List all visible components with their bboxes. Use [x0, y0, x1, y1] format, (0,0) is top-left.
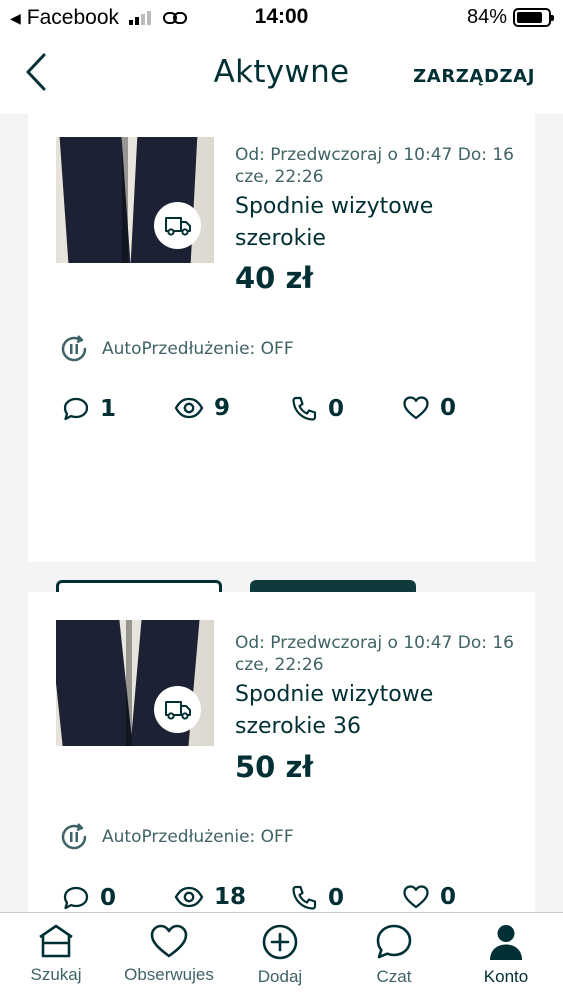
- message-icon: [63, 886, 89, 910]
- chat-icon: [376, 924, 412, 959]
- messages-count: 1: [100, 396, 117, 422]
- battery-icon: [513, 8, 554, 27]
- calls-stat: 0: [290, 395, 344, 423]
- listing-stats: 0 18 0 0: [62, 884, 502, 912]
- messages-stat[interactable]: 1: [62, 395, 116, 423]
- nav-label: Szukaj: [30, 965, 82, 984]
- pause-renew-icon: [61, 335, 87, 362]
- likes-count: 0: [440, 395, 457, 421]
- eye-icon: [174, 886, 204, 908]
- auto-renew-label: AutoPrzedłużenie: OFF: [102, 339, 294, 359]
- listing-card[interactable]: Od: Przedwczoraj o 10:47 Do: 16 cze, 22:…: [28, 114, 535, 650]
- calls-stat: 0: [290, 884, 344, 912]
- phone-icon: [292, 396, 317, 421]
- auto-renew-row[interactable]: AutoPrzedłużenie: OFF: [58, 821, 294, 853]
- truck-icon: [164, 700, 191, 720]
- delivery-badge: [154, 686, 201, 733]
- listing-price: 50 zł: [235, 750, 314, 784]
- listing-dates: Od: Przedwczoraj o 10:47 Do: 16 cze, 22:…: [235, 145, 514, 187]
- bottom-navigation: Szukaj Obserwujes Dodaj Czat Konto: [0, 912, 563, 999]
- calls-count: 0: [328, 885, 345, 911]
- heart-icon: [403, 396, 429, 420]
- nav-label: Czat: [376, 967, 412, 986]
- nav-label: Dodaj: [257, 967, 303, 986]
- listing-card[interactable]: Od: Przedwczoraj o 10:47 Do: 16 cze, 22:…: [28, 592, 535, 912]
- status-bar: ◀ Facebook 14:00 84%: [0, 0, 563, 36]
- delivery-badge: [154, 202, 201, 249]
- views-stat: 9: [174, 395, 230, 421]
- listings-feed[interactable]: Od: Przedwczoraj o 10:47 Do: 16 cze, 22:…: [0, 114, 563, 912]
- auto-renew-label: AutoPrzedłużenie: OFF: [102, 827, 294, 847]
- views-stat: 18: [174, 884, 246, 910]
- views-count: 18: [214, 884, 247, 910]
- nav-account[interactable]: Konto: [476, 923, 536, 987]
- home-icon: [39, 924, 73, 958]
- likes-count: 0: [440, 884, 457, 910]
- nav-add[interactable]: Dodaj: [250, 923, 310, 987]
- nav-search[interactable]: Szukaj: [26, 923, 86, 985]
- app-header: Aktywne ZARZĄDZAJ: [0, 36, 563, 114]
- plus-circle-icon: [262, 924, 298, 960]
- nav-observed[interactable]: Obserwujes: [117, 923, 221, 985]
- nav-chat[interactable]: Czat: [364, 923, 424, 987]
- eye-icon: [174, 397, 204, 419]
- calls-count: 0: [328, 396, 345, 422]
- listing-dates: Od: Przedwczoraj o 10:47 Do: 16 cze, 22:…: [235, 633, 514, 675]
- message-icon: [63, 397, 89, 421]
- nav-label: Konto: [483, 967, 529, 986]
- listing-photo[interactable]: [56, 137, 214, 263]
- likes-stat: 0: [402, 395, 456, 421]
- heart-icon: [403, 885, 429, 909]
- phone-icon: [292, 885, 317, 910]
- messages-count: 0: [100, 885, 117, 911]
- auto-renew-row[interactable]: AutoPrzedłużenie: OFF: [58, 333, 294, 365]
- views-count: 9: [214, 395, 231, 421]
- listing-price: 40 zł: [235, 261, 314, 295]
- user-icon: [490, 925, 522, 960]
- listing-title[interactable]: Spodnie wizytowe szerokie 36: [235, 679, 505, 743]
- likes-stat: 0: [402, 884, 456, 910]
- pause-renew-icon: [61, 823, 87, 850]
- listing-photo[interactable]: [56, 620, 214, 746]
- nav-label: Obserwujes: [124, 965, 214, 984]
- heart-icon: [150, 924, 188, 958]
- truck-icon: [164, 216, 191, 236]
- manage-button[interactable]: ZARZĄDZAJ: [413, 66, 535, 87]
- listing-title[interactable]: Spodnie wizytowe szerokie: [235, 191, 505, 255]
- messages-stat[interactable]: 0: [62, 884, 116, 912]
- listing-stats: 1 9 0 0: [62, 395, 502, 429]
- battery-percentage: 84%: [466, 6, 507, 28]
